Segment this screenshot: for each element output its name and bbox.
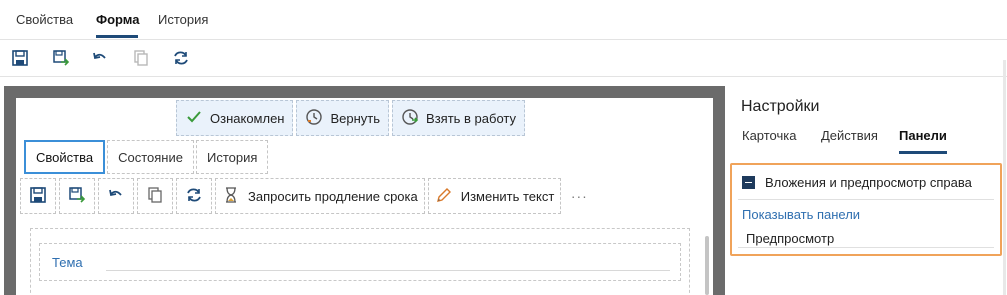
refresh-icon[interactable] — [170, 47, 192, 69]
top-tab-bar: Свойства Форма История — [0, 0, 1007, 40]
request-extension-label: Запросить продление срока — [248, 188, 418, 204]
card-refresh-button[interactable] — [176, 178, 212, 214]
clock-back-icon — [305, 108, 323, 129]
tab-properties[interactable]: Свойства — [16, 12, 73, 27]
card-undo-button[interactable] — [98, 178, 134, 214]
subject-label: Тема — [52, 255, 83, 270]
take-to-work-button[interactable]: Взять в работу — [392, 100, 526, 136]
card-copy-button[interactable] — [137, 178, 173, 214]
divider — [738, 247, 994, 248]
subject-input[interactable] — [106, 270, 670, 271]
main-toolbar — [0, 40, 1007, 77]
panel-group-title: Вложения и предпросмотр справа — [765, 175, 972, 190]
refresh-icon — [185, 186, 203, 207]
copy-icon — [146, 186, 164, 207]
tab-history[interactable]: История — [158, 12, 208, 27]
settings-tab-actions[interactable]: Действия — [821, 128, 878, 143]
subject-field[interactable]: Тема — [39, 243, 681, 281]
card-tab-properties[interactable]: Свойства — [24, 140, 106, 174]
active-tab-indicator — [96, 35, 138, 38]
form-block: Тема — [30, 228, 690, 295]
card-save-button[interactable] — [20, 178, 56, 214]
settings-tab-card[interactable]: Карточка — [742, 128, 796, 143]
form-preview-frame: Ознакомлен Вернуть Взять в работу Свойст… — [4, 86, 725, 295]
acknowledged-label: Ознакомлен — [210, 110, 285, 126]
show-panels-link[interactable]: Показывать панели — [742, 207, 860, 222]
undo-icon — [107, 186, 125, 207]
action-bar: Ознакомлен Вернуть Взять в работу — [176, 100, 526, 136]
take-to-work-label: Взять в работу — [426, 110, 517, 126]
panel-settings-highlight: Вложения и предпросмотр справа Показыват… — [730, 163, 1002, 256]
more-icon[interactable]: ··· — [564, 178, 594, 214]
save-icon[interactable] — [9, 47, 31, 69]
request-extension-button[interactable]: Запросить продление срока — [215, 178, 425, 214]
settings-active-indicator — [899, 151, 947, 154]
page-scrollbar[interactable] — [1003, 60, 1006, 295]
edit-text-label: Изменить текст — [460, 188, 555, 204]
hourglass-icon — [222, 186, 240, 207]
card-tab-state[interactable]: Состояние — [107, 140, 194, 174]
acknowledged-button[interactable]: Ознакомлен — [176, 100, 294, 136]
collapse-icon[interactable] — [742, 176, 755, 189]
undo-icon[interactable] — [89, 47, 111, 69]
tab-form[interactable]: Форма — [96, 12, 139, 27]
divider — [738, 199, 994, 200]
pencil-icon — [435, 186, 453, 207]
card-tab-history[interactable]: История — [195, 140, 269, 174]
copy-icon[interactable] — [130, 47, 152, 69]
save-and-exit-icon — [68, 186, 86, 207]
edit-text-button[interactable]: Изменить текст — [427, 178, 562, 214]
save-icon — [29, 186, 47, 207]
return-label: Вернуть — [330, 110, 381, 126]
card-save-and-exit-button[interactable] — [59, 178, 95, 214]
panel-group-header[interactable]: Вложения и предпросмотр справа — [742, 175, 972, 190]
preview-scrollbar[interactable] — [705, 236, 709, 295]
check-icon — [185, 108, 203, 129]
clock-play-icon — [401, 108, 419, 129]
return-button[interactable]: Вернуть — [296, 100, 390, 136]
preview-panel-item[interactable]: Предпросмотр — [746, 231, 834, 246]
form-preview: Ознакомлен Вернуть Взять в работу Свойст… — [16, 98, 713, 295]
card-tab-bar: Свойства Состояние История — [24, 140, 269, 174]
settings-tab-panels[interactable]: Панели — [899, 128, 947, 143]
card-toolbar: Запросить продление срока Изменить текст… — [20, 178, 594, 214]
settings-title: Настройки — [741, 98, 820, 115]
save-and-exit-icon[interactable] — [50, 47, 72, 69]
